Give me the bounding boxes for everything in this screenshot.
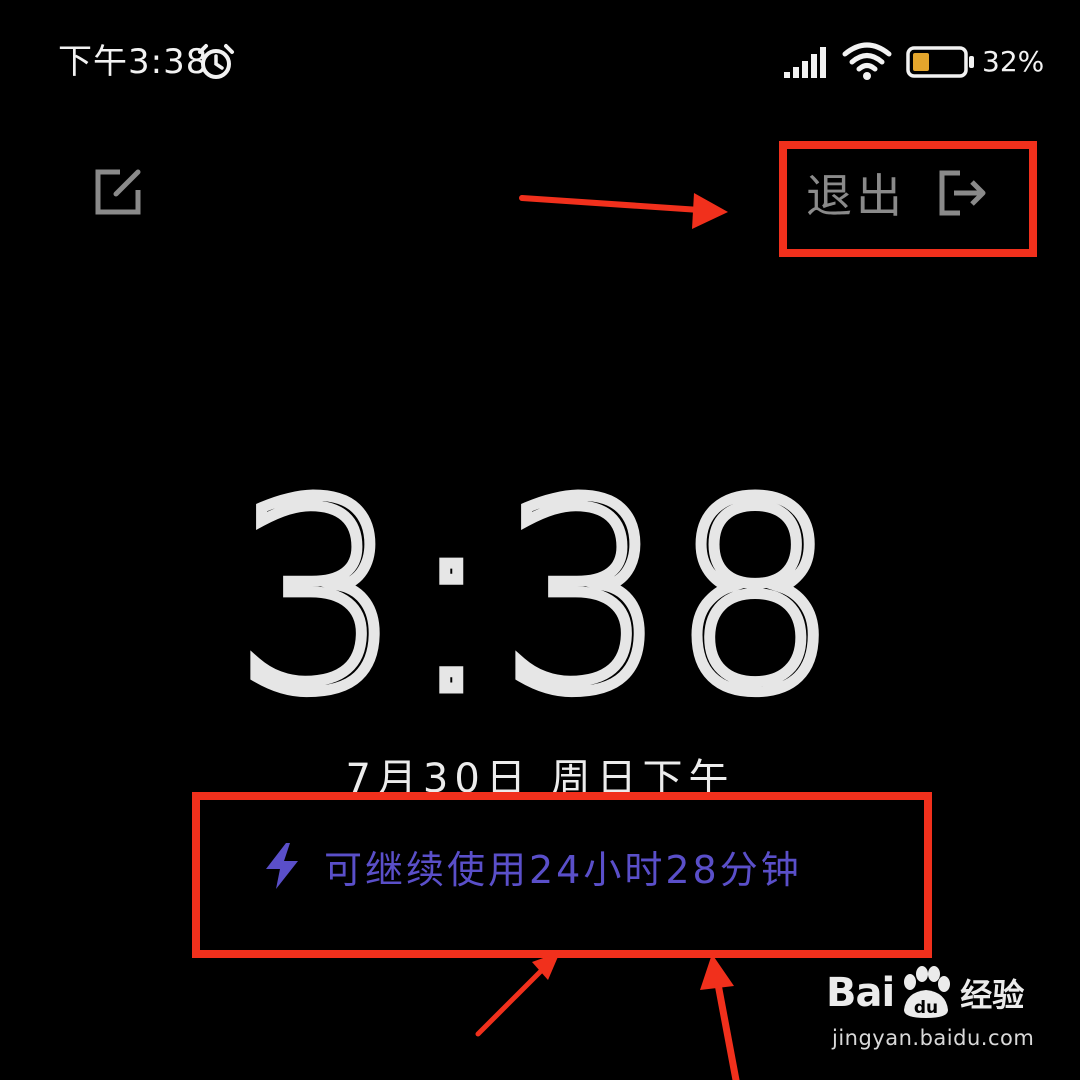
baidu-paw-icon: du: [904, 966, 951, 1018]
battery-fill: [913, 53, 929, 71]
alarm-clock-icon: [198, 44, 234, 79]
watermark-url: jingyan.baidu.com: [832, 1026, 1035, 1050]
wifi-icon: [842, 42, 892, 80]
lock-clock: 3:38: [231, 488, 844, 718]
baidu-logo: Bai du 经验: [826, 964, 1024, 1022]
watermark-logo-cn: 经验: [960, 976, 1025, 1014]
edit-icon[interactable]: [92, 166, 144, 218]
arrow-to-estimate-left: [475, 952, 560, 1037]
clock-time: 3:38: [236, 488, 844, 718]
status-time: 下午3:38: [58, 42, 209, 82]
watermark-logo-bai: Bai: [826, 970, 895, 1016]
watermark-logo-du: du: [914, 998, 938, 1018]
highlight-box-battery-estimate: [192, 792, 932, 958]
baidu-watermark: Bai du 经验 jingyan.baidu.com: [826, 960, 1066, 1060]
highlight-box-exit: [779, 141, 1037, 257]
arrow-to-estimate-right: [700, 954, 740, 1080]
battery-icon: [906, 46, 974, 78]
status-bar: 下午3:38 32%: [0, 0, 1080, 120]
battery-percent: 32%: [982, 45, 1045, 78]
arrow-to-exit: [519, 193, 728, 229]
cellular-signal-icon: [784, 47, 826, 78]
